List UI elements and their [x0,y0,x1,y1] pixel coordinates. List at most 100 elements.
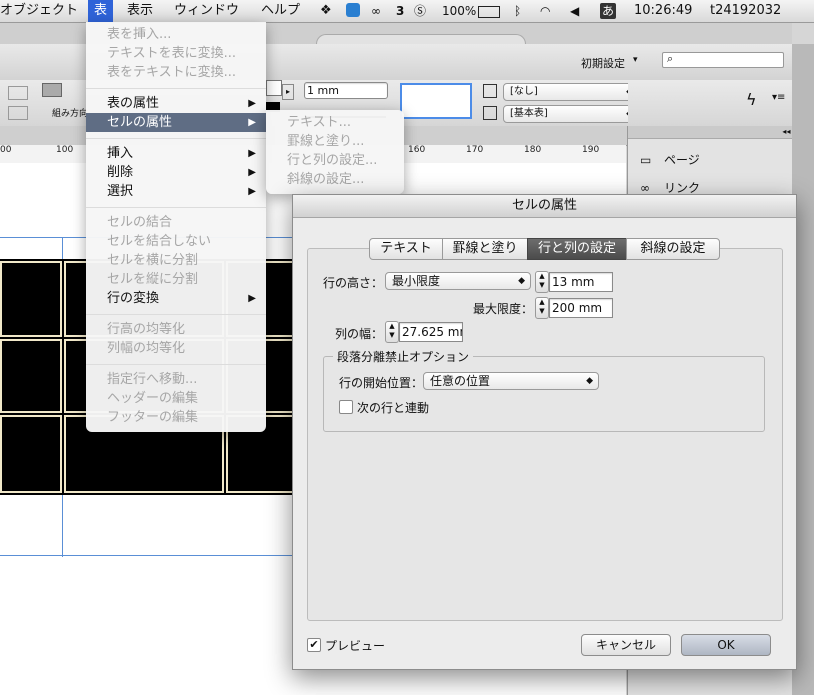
menu-item-unmerge-cells[interactable]: セルを結合しない [86,232,266,251]
fill-none-swatch[interactable] [266,80,282,96]
volume-icon[interactable]: ◀ [570,3,579,19]
menu-view[interactable]: 表示 [127,0,153,22]
battery-percent: 100% [442,4,477,18]
preview-checkbox[interactable]: ✔ [307,638,321,652]
ok-button[interactable]: OK [681,634,771,656]
keep-options-group [323,356,765,432]
row-start-select[interactable]: 任意の位置 ◆ [423,372,599,390]
menu-item-edit-footer[interactable]: フッターの編集 [86,408,266,427]
cell-style-icon [483,106,497,120]
sync-icon[interactable]: Ⓢ [414,3,426,19]
menu-separator [86,207,266,208]
menu-item-insert[interactable]: 挿入 ▶ [86,144,266,163]
submenu-item-rows-columns[interactable]: 行と列の設定... [266,151,404,170]
menu-item-split-horizontal[interactable]: セルを横に分割 [86,251,266,270]
menu-item-split-vertical[interactable]: セルを縦に分割 [86,270,266,289]
battery-icon[interactable] [478,6,500,18]
align-grid-icon[interactable] [42,83,62,97]
keep-with-next-label: 次の行と連動 [357,401,430,415]
menu-item-table-options[interactable]: 表の属性 ▶ [86,94,266,113]
teamviewer-icon[interactable] [346,3,360,17]
align-justify-icon[interactable] [8,106,28,120]
cell-style-select[interactable]: [基本表]◆ [503,105,639,123]
lightning-icon[interactable]: ϟ [746,90,757,109]
table-style-value: [なし] [510,86,538,97]
ruler-tick: 180 [524,145,542,155]
menu-item-edit-header[interactable]: ヘッダーの編集 [86,389,266,408]
menu-item-delete[interactable]: 削除 ▶ [86,163,266,182]
cell-style-value: [基本表] [510,108,548,119]
guide-line [0,555,300,556]
writing-direction-label: 組み方向 [52,109,89,119]
table-style-select[interactable]: [なし]◆ [503,83,639,101]
submenu-item-text[interactable]: テキスト... [266,113,404,132]
tab-text[interactable]: テキスト [369,238,443,260]
menu-item-convert-text-to-table[interactable]: テキストを表に変換... [86,44,266,63]
table-cell[interactable] [0,261,62,337]
menu-window[interactable]: ウィンドウ [174,0,239,22]
menu-table[interactable]: 表 [88,0,114,22]
wifi-icon[interactable]: ◠ [540,3,550,19]
menu-item-select[interactable]: 選択 ▶ [86,182,266,201]
menu-help[interactable]: ヘルプ [261,0,300,22]
menu-item-go-to-row[interactable]: 指定行へ移動... [86,370,266,389]
row-height-stepper[interactable]: ▲ ▼ [535,271,549,293]
row-height-mode-select[interactable]: 最小限度 ◆ [385,272,531,290]
ruler-tick: 160 [408,145,426,155]
menu-item-distribute-rows[interactable]: 行高の均等化 [86,320,266,339]
search-field[interactable]: ⌕ [662,52,784,68]
ruler-tick: 190 [582,145,600,155]
menu-separator [86,314,266,315]
max-height-stepper[interactable]: ▲ ▼ [535,297,549,319]
menu-item-convert-rows[interactable]: 行の変換 ▶ [86,289,266,308]
row-height-field[interactable]: 13 mm [549,272,613,292]
pages-icon[interactable]: ▭ [640,150,651,170]
menu-item-cell-options[interactable]: セルの属性 ▶ [86,113,266,132]
menu-item-insert-table[interactable]: 表を挿入... [86,25,266,44]
table-cell[interactable] [0,415,62,493]
menu-item-label: 選択 [107,184,134,199]
workspace-switcher[interactable]: 初期設定 [581,55,625,71]
submenu-item-diagonal-lines[interactable]: 斜線の設定... [266,170,404,189]
tab-diagonal-lines[interactable]: 斜線の設定 [626,238,720,260]
dropbox-icon[interactable]: ❖ [320,3,332,19]
menu-item-label: 表の属性 [107,96,160,111]
menu-bar: オブジェクト 表 表示 ウィンドウ ヘルプ ❖ ∞ 3 Ⓢ 100% ᛒ ◠ ◀… [0,0,814,23]
tab-strokes-fills[interactable]: 罫線と塗り [442,238,528,260]
clock[interactable]: 10:26:49 [634,3,692,19]
menu-object[interactable]: オブジェクト [0,0,78,22]
menu-item-merge-cells[interactable]: セルの結合 [86,213,266,232]
menu-item-distribute-columns[interactable]: 列幅の均等化 [86,339,266,358]
ruler-tick: 100 [56,145,74,155]
submenu-item-strokes-fills[interactable]: 罫線と塗り... [266,132,404,151]
table-proxy-grid[interactable] [400,83,472,119]
tab-rows-columns[interactable]: 行と列の設定 [527,238,627,260]
keep-with-next-checkbox[interactable] [339,400,353,414]
creative-cloud-icon[interactable]: ∞ [371,3,381,19]
menu-separator [86,138,266,139]
column-width-stepper[interactable]: ▲ ▼ [385,321,399,343]
stroke-weight-field[interactable]: 1 mm [304,82,388,99]
max-height-label: 最大限度： [473,302,534,316]
max-height-field[interactable]: 200 mm [549,298,613,318]
panel-menu-icon[interactable]: ▾≡ [772,92,785,103]
row-start-label: 行の開始位置： [339,376,424,390]
user-name[interactable]: t24192032 [710,3,781,19]
column-width-field[interactable]: 27.625 mm [399,322,463,342]
ruler-tick: 170 [466,145,484,155]
table-cell[interactable] [0,339,62,413]
collapse-icon[interactable]: ◂◂ [628,126,793,139]
input-method-indicator[interactable]: あ [600,3,616,19]
menu-separator [86,88,266,89]
arrow-right-icon[interactable]: ▸ [282,84,294,100]
align-left-icon[interactable] [8,86,28,100]
menu-item-label: セルの属性 [107,115,173,130]
menu-item-convert-table-to-text[interactable]: 表をテキストに変換... [86,63,266,82]
notification-count: 3 [396,4,405,18]
preview-label: プレビュー [325,639,386,653]
bluetooth-icon[interactable]: ᛒ [514,3,521,19]
table-style-icon [483,84,497,98]
chevron-down-icon: ▾ [633,55,638,65]
panel-item-pages[interactable]: ページ [664,150,700,170]
cancel-button[interactable]: キャンセル [581,634,671,656]
